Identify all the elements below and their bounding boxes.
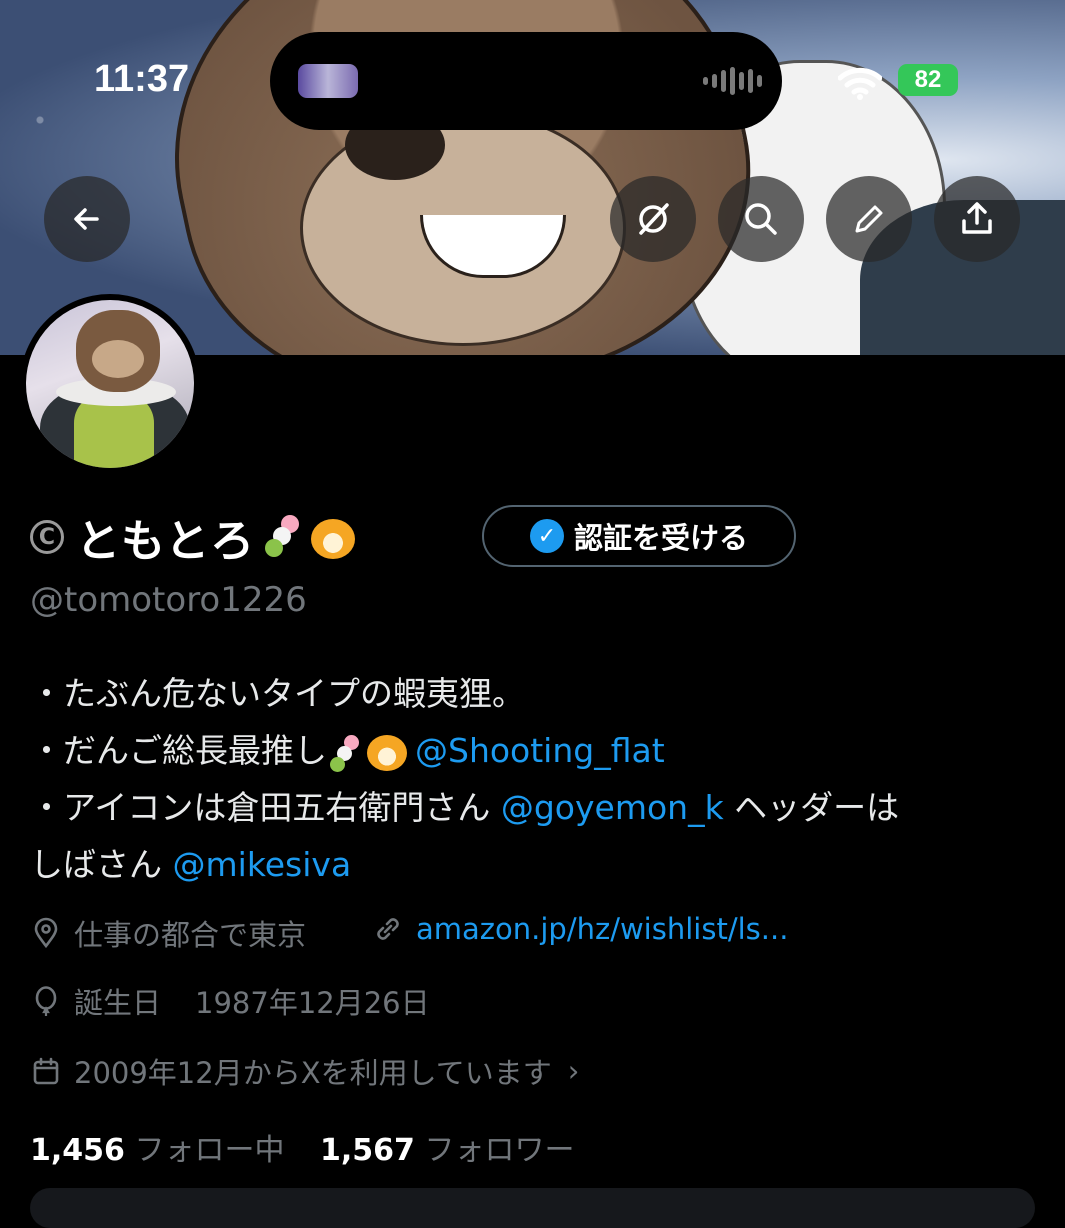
followers-label: フォロワー: [424, 1133, 575, 1168]
share-icon: [962, 202, 992, 234]
get-verified-button[interactable]: ✓ 認証を受ける: [482, 505, 796, 567]
bio-line: ・だんご総長最推し @Shooting_flat: [30, 722, 1040, 779]
bio-text: ヘッダーは: [723, 788, 900, 827]
grok-icon: [639, 203, 669, 235]
followers-stat[interactable]: 1,567 フォロワー: [320, 1133, 574, 1168]
dango-emoji-icon: [327, 733, 361, 773]
wifi-icon: [838, 67, 882, 100]
profile-bio: ・たぶん危ないタイプの蝦夷狸。 ・だんご総長最推し @Shooting_flat …: [30, 665, 1040, 893]
get-verified-label: 認証を受ける: [573, 521, 748, 555]
next-section-card: [30, 1188, 1035, 1228]
now-playing-thumbnail: [298, 64, 358, 98]
joined-row[interactable]: 2009年12月からXを利用しています ›: [30, 1050, 579, 1092]
avatar-bear-face: [92, 340, 144, 378]
bio-line: ・アイコンは倉田五右衛門さん @goyemon_k ヘッダーは: [30, 779, 1040, 836]
location-text: 仕事の都合で東京: [74, 918, 307, 952]
tiger-emoji-icon: [311, 519, 356, 559]
tiger-emoji-icon: [367, 734, 407, 771]
mention-link[interactable]: @goyemon_k: [501, 788, 724, 827]
status-time: 11:37: [94, 58, 190, 100]
following-label: フォロー中: [134, 1133, 285, 1168]
profile-handle: @tomotoro1226: [30, 580, 307, 620]
search-button[interactable]: [718, 176, 804, 262]
copyright-icon: C: [30, 520, 64, 554]
following-stat[interactable]: 1,456 フォロー中: [30, 1133, 284, 1168]
bio-text: ・たぶん危ないタイプの蝦夷狸。: [30, 674, 525, 713]
birthday-label: 誕生日: [74, 986, 162, 1020]
arrow-left-icon: [74, 208, 99, 230]
bio-line: ・たぶん危ないタイプの蝦夷狸。: [30, 665, 1040, 722]
balloon-icon: [35, 986, 57, 1016]
website-link[interactable]: amazon.jp/hz/wishlist/ls...: [416, 912, 788, 946]
bio-text: しばさん: [30, 845, 173, 884]
avatar[interactable]: [26, 300, 194, 468]
grok-button[interactable]: [610, 176, 696, 262]
joined-text: 2009年12月からXを利用しています: [74, 1056, 552, 1090]
battery-indicator: 82: [898, 64, 958, 96]
avatar-shirt: [74, 396, 154, 468]
mention-link[interactable]: @mikesiva: [173, 845, 352, 884]
chevron-right-icon: ›: [567, 1054, 580, 1088]
mention-link[interactable]: @Shooting_flat: [415, 731, 665, 770]
search-icon: [745, 203, 777, 235]
display-name: ともとろ: [76, 516, 256, 567]
bio-text: ・だんご総長最推し: [30, 731, 327, 770]
share-button[interactable]: [934, 176, 1020, 262]
bio-text: ・アイコンは倉田五右衛門さん: [30, 788, 501, 827]
verified-badge-icon: ✓: [529, 519, 564, 553]
pencil-icon: [855, 205, 883, 233]
profile-name-row: C ともとろ: [30, 505, 356, 569]
bio-line: しばさん @mikesiva: [30, 836, 1040, 893]
location-pin-icon: [34, 917, 58, 949]
follow-stats: 1,456 フォロー中 1,567 フォロワー: [30, 1125, 574, 1169]
website-row[interactable]: amazon.jp/hz/wishlist/ls...: [372, 912, 788, 946]
birthday-row: 誕生日 1987年12月26日: [30, 980, 430, 1022]
calendar-icon: [33, 1057, 59, 1085]
followers-count: 1,567: [320, 1133, 415, 1168]
following-count: 1,456: [30, 1133, 125, 1168]
dango-emoji-icon: [261, 513, 301, 561]
birthday-value: 1987年12月26日: [195, 986, 430, 1020]
back-button[interactable]: [44, 176, 130, 262]
edit-profile-button[interactable]: [826, 176, 912, 262]
link-icon: [377, 918, 399, 940]
location-row: 仕事の都合で東京: [30, 912, 306, 954]
audio-waveform-icon: [703, 67, 762, 95]
